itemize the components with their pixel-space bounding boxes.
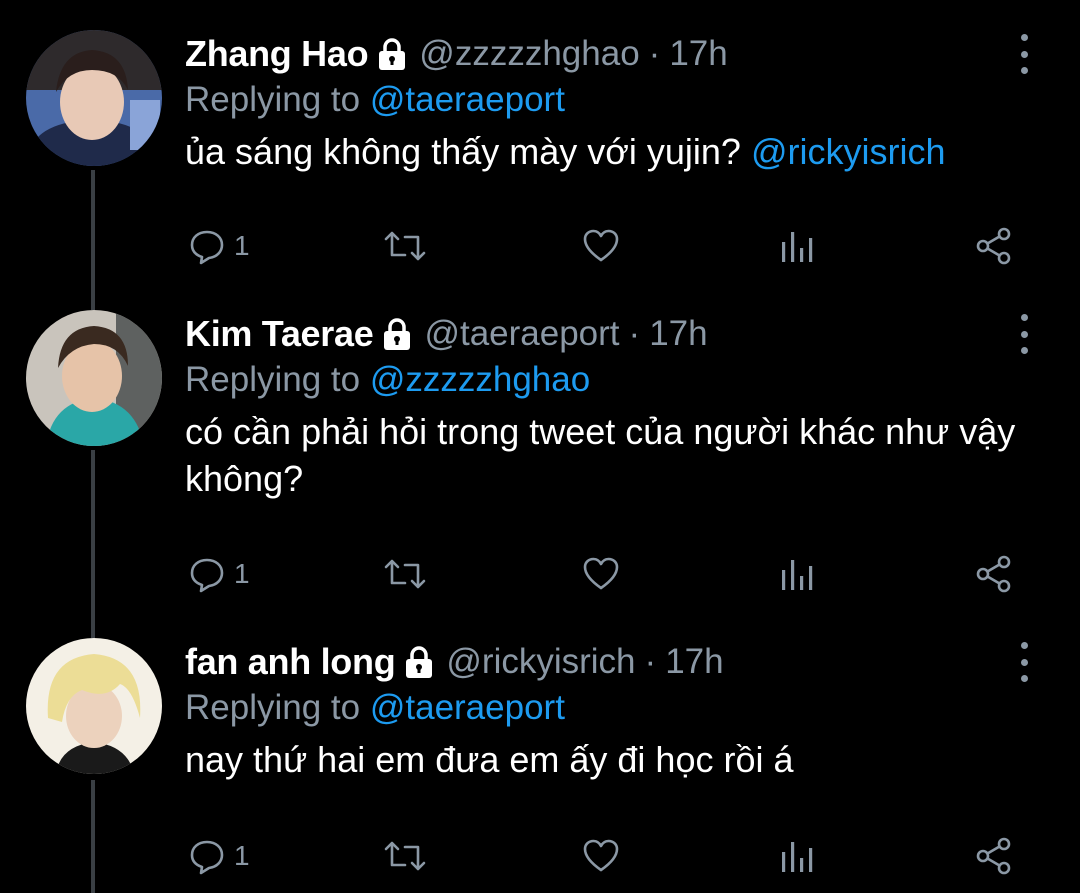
replying-prefix: Replying to [185,80,361,119]
separator-dot: · [648,34,661,73]
tweet-text: có cần phải hỏi trong tweet của người kh… [185,408,1055,502]
retweet-button[interactable] [383,552,427,596]
retweet-icon [384,841,426,871]
analytics-icon [782,560,813,590]
retweet-icon [384,559,426,589]
like-button[interactable] [582,224,620,268]
tweet-text: ủa sáng không thấy mày với yujin? @ricky… [185,128,1055,175]
tweet-text-content: ủa sáng không thấy mày với yujin? [185,131,741,172]
lock-icon [404,645,434,679]
reply-count: 1 [234,558,250,589]
like-button[interactable] [582,552,620,596]
reply-button[interactable]: 1 [188,834,250,878]
share-button[interactable] [974,834,1014,878]
tweet-text: nay thứ hai em đưa em ấy đi học rồi á [185,736,1055,783]
analytics-button[interactable] [780,552,814,596]
separator-dot: · [628,314,641,353]
reply-button[interactable]: 1 [188,224,250,268]
lock-icon [377,37,407,71]
username-handle[interactable]: @zzzzzhghao [419,34,639,74]
more-icon[interactable] [1010,642,1038,682]
analytics-icon [782,232,813,262]
reply-count: 1 [234,840,250,871]
reply-count: 1 [234,230,250,261]
display-name[interactable]: Zhang Hao [185,33,369,75]
share-icon [976,837,1011,875]
more-icon[interactable] [1010,34,1038,74]
like-button[interactable] [582,834,620,878]
display-name[interactable]: fan anh long [185,641,396,683]
retweet-button[interactable] [383,834,427,878]
replying-to: Replying to @taeraeport [185,688,565,728]
username-handle[interactable]: @rickyisrich [446,642,635,682]
like-icon [583,229,619,262]
timestamp[interactable]: 17h [649,314,707,354]
share-icon [976,555,1011,593]
analytics-button[interactable] [780,224,814,268]
like-icon [583,557,619,590]
replying-prefix: Replying to [185,360,361,399]
analytics-icon [782,842,813,872]
replying-prefix: Replying to [185,688,361,727]
reply-button[interactable]: 1 [188,552,250,596]
more-icon[interactable] [1010,314,1038,354]
replying-to-mention[interactable]: @taeraeport [370,80,565,119]
share-button[interactable] [974,552,1014,596]
tweet-text-content: nay thứ hai em đưa em ấy đi học rồi á [185,739,794,780]
retweet-icon [384,231,426,261]
reply-thread: Zhang Hao @zzzzzhghao · 17h Replying to … [0,0,1080,893]
replying-to-mention[interactable]: @zzzzzhghao [370,360,590,399]
avatar[interactable] [26,310,162,446]
tweet[interactable]: Kim Taerae @taeraeport · 17h Replying to… [0,310,1080,630]
separator-dot: · [644,642,657,681]
tweet-text-mention[interactable]: @rickyisrich [751,131,946,172]
share-icon [976,227,1011,265]
action-bar: 1 [0,552,1080,596]
avatar[interactable] [26,638,162,774]
lock-icon [382,317,412,351]
analytics-button[interactable] [780,834,814,878]
display-name[interactable]: Kim Taerae [185,313,374,355]
replying-to: Replying to @zzzzzhghao [185,360,590,400]
replying-to-mention[interactable]: @taeraeport [370,688,565,727]
replying-to: Replying to @taeraeport [185,80,565,120]
share-button[interactable] [974,224,1014,268]
retweet-button[interactable] [383,224,427,268]
reply-icon [190,230,224,265]
tweet-text-content: có cần phải hỏi trong tweet của người kh… [185,411,1016,499]
username-handle[interactable]: @taeraeport [424,314,619,354]
tweet[interactable]: fan anh long @rickyisrich · 17h Replying… [0,638,1080,893]
timestamp[interactable]: 17h [665,642,723,682]
avatar[interactable] [26,30,162,166]
action-bar: 1 [0,834,1080,878]
like-icon [583,839,619,872]
action-bar: 1 [0,224,1080,268]
reply-icon [190,840,224,875]
tweet[interactable]: Zhang Hao @zzzzzhghao · 17h Replying to … [0,30,1080,292]
reply-icon [190,558,224,593]
timestamp[interactable]: 17h [669,34,727,74]
